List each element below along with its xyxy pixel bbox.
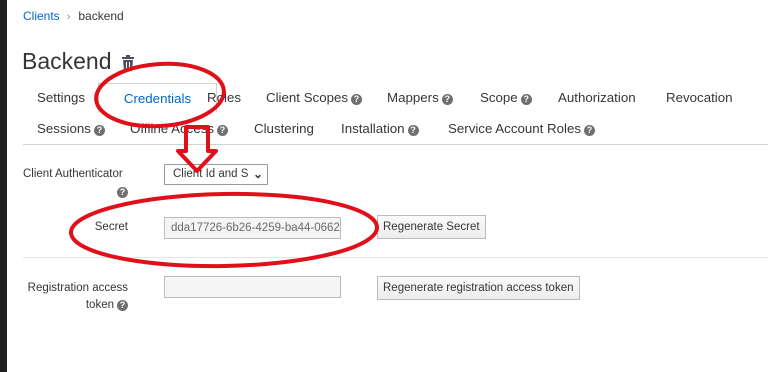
tab-installation[interactable]: Installation? — [341, 114, 419, 144]
tab-underline — [23, 144, 768, 145]
breadcrumb-separator-icon: › — [66, 11, 71, 23]
breadcrumb-current: backend — [78, 9, 124, 23]
tab-bar-row-2: Sessions? Offline Access? Clustering Ins… — [23, 114, 768, 144]
tab-scope[interactable]: Scope? — [480, 83, 532, 113]
help-icon: ? — [217, 125, 229, 136]
client-authenticator-value: Client Id and S — [173, 168, 249, 180]
page-title: Backend — [22, 48, 135, 75]
page-title-text: Backend — [22, 48, 112, 74]
help-icon: ? — [93, 125, 105, 136]
client-authenticator-label: Client Authenticator — [23, 168, 123, 180]
tab-service-account-roles-label: Service Account Roles — [448, 121, 582, 136]
help-icon: ? — [520, 94, 532, 105]
tab-client-scopes[interactable]: Client Scopes? — [266, 83, 363, 113]
tab-authorization[interactable]: Authorization — [558, 83, 636, 113]
section-divider — [23, 257, 768, 258]
tab-installation-label: Installation — [341, 121, 405, 136]
breadcrumb: Clients › backend — [23, 9, 124, 23]
tab-credentials[interactable]: Credentials — [98, 83, 217, 113]
tab-scope-label: Scope — [480, 90, 518, 105]
tab-revocation[interactable]: Revocation — [666, 83, 733, 113]
left-rail — [0, 0, 7, 372]
registration-token-label: Registration access token? — [23, 282, 128, 311]
help-icon: ? — [407, 125, 419, 136]
tab-mappers-label: Mappers — [387, 90, 439, 105]
registration-token-label-token: token — [85, 299, 114, 311]
help-icon[interactable]: ? — [117, 187, 128, 198]
registration-token-field[interactable] — [164, 276, 341, 298]
help-icon[interactable]: ? — [117, 300, 128, 311]
tab-bar-row-1: Settings Credentials Roles Client Scopes… — [23, 83, 768, 113]
client-authenticator-select[interactable]: Client Id and S ⌄ — [164, 164, 268, 185]
tab-clustering[interactable]: Clustering — [254, 114, 314, 144]
breadcrumb-clients-link[interactable]: Clients — [23, 9, 60, 23]
help-icon: ? — [351, 94, 363, 105]
regenerate-token-button[interactable]: Regenerate registration access token — [377, 276, 580, 300]
tab-roles[interactable]: Roles — [207, 83, 241, 113]
tab-settings[interactable]: Settings — [37, 83, 85, 113]
chevron-down-icon: ⌄ — [252, 167, 263, 181]
tab-sessions-label: Sessions — [37, 121, 91, 136]
trash-icon[interactable] — [121, 54, 135, 71]
tab-service-account-roles[interactable]: Service Account Roles? — [448, 114, 596, 144]
tab-offline-access[interactable]: Offline Access? — [130, 114, 229, 144]
secret-label: Secret — [94, 221, 128, 233]
regenerate-secret-button[interactable]: Regenerate Secret — [377, 215, 486, 239]
tab-offline-access-label: Offline Access — [130, 121, 215, 136]
tab-mappers[interactable]: Mappers? — [387, 83, 453, 113]
tab-client-scopes-label: Client Scopes — [266, 90, 349, 105]
registration-token-label-line1: Registration access — [27, 282, 128, 294]
registration-token-label-line2: token? — [23, 299, 128, 311]
help-icon: ? — [584, 125, 596, 136]
help-icon: ? — [441, 94, 453, 105]
tab-sessions[interactable]: Sessions? — [37, 114, 105, 144]
secret-field[interactable]: dda17726-6b26-4259-ba44-0662 — [164, 217, 341, 239]
